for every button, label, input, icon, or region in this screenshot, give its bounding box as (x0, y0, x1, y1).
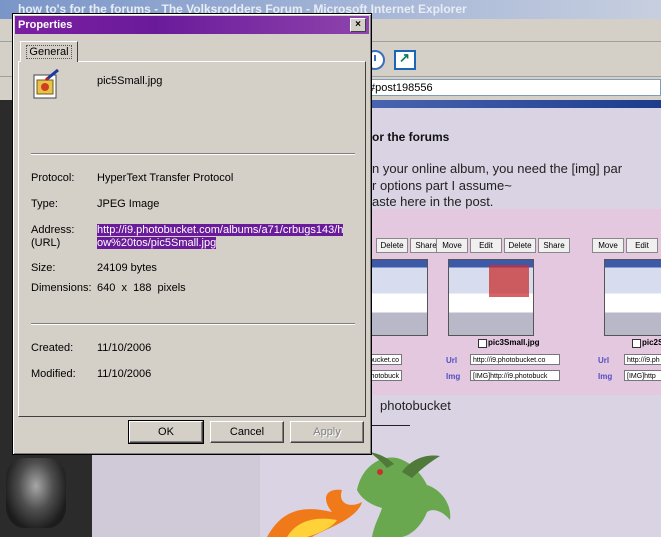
img-field[interactable]: [IMG]http (624, 370, 661, 381)
properties-dialog: Properties × General pic5Small.jpg Proto… (12, 13, 372, 455)
album-card: Delete Share bucket.co photobuck (372, 234, 442, 394)
address-label: Address: (31, 224, 75, 236)
album-card: Move Edit pic2S Url http://i9.ph Img [IM… (592, 234, 661, 394)
url-field[interactable]: http://i9.ph (624, 354, 661, 365)
close-icon[interactable]: × (350, 18, 366, 32)
delete-button[interactable]: Delete (504, 238, 536, 253)
image-file-icon (33, 69, 59, 99)
cancel-button[interactable]: Cancel (210, 421, 284, 443)
url-field[interactable]: bucket.co (372, 354, 402, 365)
address-value-line2[interactable]: ow%20tos/pic5Small.jpg (97, 237, 217, 249)
post-title: or the forums (372, 130, 450, 144)
protocol-value: HyperText Transfer Protocol (97, 172, 234, 184)
created-label: Created: (31, 342, 74, 354)
share-button[interactable]: Share (538, 238, 570, 253)
post-text-line: aste here in the post. (372, 194, 494, 209)
img-field[interactable]: [IMG]http://i9.photobuck (470, 370, 560, 381)
address-label-url: (URL) (31, 237, 61, 249)
ok-button[interactable]: OK (128, 420, 204, 444)
move-button[interactable]: Move (436, 238, 468, 253)
address-input[interactable]: #post198556 (364, 79, 661, 96)
tab-general-label: General (26, 45, 72, 59)
address-value[interactable]: http://i9.photobucket.com/albums/a71/crb… (97, 224, 353, 250)
album-screenshot: Delete Share bucket.co photobuck Move Ed… (372, 209, 661, 395)
album-thumbnail[interactable] (604, 259, 661, 336)
tab-general[interactable]: General (20, 41, 78, 62)
dimensions-value: 640 x 188 pixels (97, 282, 186, 294)
img-field[interactable]: photobuck (372, 370, 402, 381)
size-label: Size: (31, 262, 56, 274)
album-card: Move Edit Delete Share pic3Small.jpg Url… (436, 234, 570, 394)
thumbnail-caption: pic3Small.jpg (488, 338, 540, 347)
url-label: Url (598, 356, 610, 365)
edit-button[interactable]: Edit (470, 238, 502, 253)
modified-label: Modified: (31, 368, 76, 380)
size-value: 24109 bytes (97, 262, 157, 274)
separator (31, 323, 355, 325)
post-text-line: n your online album, you need the [img] … (372, 161, 623, 176)
select-checkbox[interactable] (478, 339, 487, 348)
separator (31, 153, 355, 155)
dragon-image (267, 452, 451, 537)
dialog-title: Properties (18, 19, 73, 31)
file-name: pic5Small.jpg (97, 75, 163, 87)
photobucket-text: photobucket (380, 398, 451, 413)
select-checkbox[interactable] (632, 339, 641, 348)
apply-button[interactable]: Apply (290, 421, 364, 443)
type-value: JPEG Image (97, 198, 160, 210)
img-label: Img (446, 372, 461, 381)
dimensions-label: Dimensions: (31, 282, 92, 294)
modified-value: 11/10/2006 (97, 368, 152, 380)
divider (372, 425, 410, 426)
album-thumbnail[interactable] (448, 259, 534, 336)
created-value: 11/10/2006 (97, 342, 152, 354)
delete-button[interactable]: Delete (376, 238, 408, 253)
protocol-label: Protocol: (31, 172, 75, 184)
thumbnail-caption: pic2S (642, 338, 661, 347)
url-label: Url (446, 356, 458, 365)
dialog-titlebar[interactable]: Properties × (15, 16, 369, 34)
edit-button[interactable]: Edit (626, 238, 658, 253)
album-thumbnail[interactable] (372, 259, 428, 336)
post-text-line: r options part I assume~ (372, 178, 512, 193)
decorative-image (6, 458, 66, 528)
new-window-icon[interactable] (394, 50, 416, 70)
move-button[interactable]: Move (592, 238, 624, 253)
url-field[interactable]: http://i9.photobucket.co (470, 354, 560, 365)
img-label: Img (598, 372, 613, 381)
type-label: Type: (31, 198, 58, 210)
address-value-line1[interactable]: http://i9.photobucket.com/albums/a71/crb… (97, 224, 344, 236)
